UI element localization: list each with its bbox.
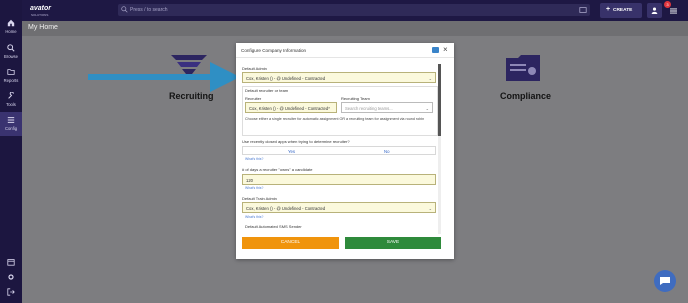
closed-apps-toggle[interactable]: Yes No xyxy=(242,146,436,155)
sms-sender-label: Default Automated SMS Sender xyxy=(245,224,302,229)
chevron-down-icon: ⌄ xyxy=(428,76,432,81)
cancel-button[interactable]: CANCEL xyxy=(242,237,339,249)
sidebar-item-label: Reports xyxy=(3,78,19,83)
create-button[interactable]: + CREATE xyxy=(600,3,642,18)
recruiting-team-placeholder: Search recruiting teams... xyxy=(345,106,393,111)
modal-scrollbar-thumb[interactable] xyxy=(438,64,441,136)
chevron-down-icon: ⌄ xyxy=(428,206,432,211)
search-icon xyxy=(121,6,128,13)
folder-icon xyxy=(7,69,15,75)
search-placeholder: Press / to search xyxy=(130,7,168,13)
chat-icon xyxy=(660,277,670,285)
modal-title: Configure Company Information xyxy=(241,48,307,53)
list-menu-icon xyxy=(670,8,677,14)
days-owns-label: # of days a recruiter "owns" a candidate xyxy=(242,167,313,172)
create-label: CREATE xyxy=(613,8,633,13)
sidebar-item-label: Browse xyxy=(4,54,18,59)
keyboard-shortcut-icon xyxy=(579,7,587,13)
calendar-icon[interactable] xyxy=(7,258,15,266)
sidebar-item-label: Tools xyxy=(6,102,16,107)
sidebar-item-reports[interactable]: Reports xyxy=(0,68,22,83)
save-button[interactable]: SAVE xyxy=(345,237,441,249)
sidebar-item-browse[interactable]: Browse xyxy=(0,44,22,59)
default-admin-select[interactable]: Cox, Kristen () - @ Undefined - Contract… xyxy=(242,72,436,83)
modal-header: Configure Company Information × xyxy=(236,43,454,58)
sidebar-item-label: Home xyxy=(5,29,17,34)
search-icon xyxy=(7,44,15,52)
sidebar-item-tools[interactable]: Tools xyxy=(0,92,22,107)
sidebar-item-home[interactable]: Home xyxy=(0,19,22,34)
logout-icon[interactable] xyxy=(7,288,15,296)
recruiting-team-label: Recruiting Team xyxy=(341,96,370,101)
settings-icon[interactable] xyxy=(7,273,15,281)
config-icon xyxy=(7,117,15,123)
save-icon[interactable] xyxy=(432,47,439,53)
recruiter-value: Cox, Kristen () - @ Undefined - Contract… xyxy=(249,106,330,111)
sidebar: Home Browse Reports Tools Config xyxy=(0,0,22,303)
train-admin-label: Default Train Admin xyxy=(242,196,277,201)
recruiter-select[interactable]: Cox, Kristen () - @ Undefined - Contract… xyxy=(245,102,337,113)
recruiting-team-select[interactable]: Search recruiting teams... ⌄ xyxy=(341,102,433,113)
chevron-down-icon: ⌄ xyxy=(425,106,429,111)
home-icon xyxy=(7,19,15,27)
days-owns-input[interactable]: 120 xyxy=(242,174,436,185)
days-owns-value: 120 xyxy=(246,178,253,183)
page-title: My Home xyxy=(28,24,58,31)
closed-apps-label: Use recently closed apps when trying to … xyxy=(242,139,350,144)
sidebar-item-label: Config xyxy=(4,126,18,131)
user-button[interactable] xyxy=(647,3,662,18)
default-admin-label: Default Admin xyxy=(242,66,267,71)
whats-this-link[interactable]: What's this? xyxy=(245,186,263,190)
plus-icon: + xyxy=(606,6,611,13)
yes-option[interactable]: Yes xyxy=(288,149,295,154)
compliance-tile-label[interactable]: Compliance xyxy=(500,91,551,101)
train-admin-value: Cox, Kristen () - @ Undefined - Contract… xyxy=(246,206,326,211)
user-icon xyxy=(651,7,658,14)
logo: avator xyxy=(30,5,52,12)
recruiter-note: Choose either a single recruiter for aut… xyxy=(245,117,425,121)
configure-company-modal: Configure Company Information × Default … xyxy=(236,43,454,259)
chat-button[interactable] xyxy=(654,270,676,292)
logo-subtitle: SOLUTIONS xyxy=(31,13,49,17)
whats-this-link[interactable]: What's this? xyxy=(245,157,263,161)
top-bar: avator SOLUTIONS Press / to search + CRE… xyxy=(22,0,688,21)
whats-this-link[interactable]: What's this? xyxy=(245,215,263,219)
breadcrumb: My Home xyxy=(22,21,688,36)
recruiter-group-legend: Default recruiter or team xyxy=(245,88,289,93)
compliance-folder-icon xyxy=(506,55,540,81)
no-option[interactable]: No xyxy=(384,149,390,154)
tools-icon xyxy=(8,92,14,99)
default-admin-value: Cox, Kristen () - @ Undefined - Contract… xyxy=(246,76,326,81)
close-icon[interactable]: × xyxy=(443,45,448,54)
sidebar-item-config[interactable]: Config xyxy=(0,112,22,136)
callout-arrow xyxy=(88,62,240,92)
recruiter-label: Recruiter xyxy=(245,96,262,101)
recruiting-tile-label[interactable]: Recruiting xyxy=(169,91,214,101)
modal-body: Default Admin Cox, Kristen () - @ Undefi… xyxy=(241,60,441,232)
train-admin-select[interactable]: Cox, Kristen () - @ Undefined - Contract… xyxy=(242,202,436,213)
notification-badge: 3 xyxy=(664,1,671,8)
search-input[interactable]: Press / to search xyxy=(118,4,590,16)
modal-footer: CANCEL SAVE xyxy=(236,235,454,259)
